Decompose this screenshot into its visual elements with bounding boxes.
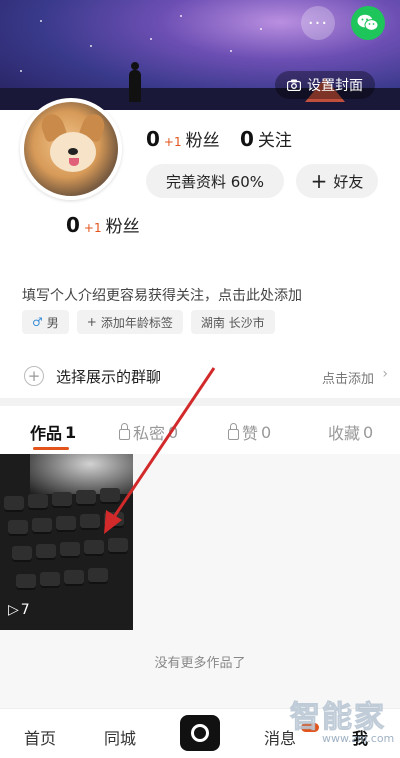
content-tabs: 作品 1 私密 0 赞 0 收藏 0 [0,406,400,454]
add-age-tag-label: 添加年龄标签 [100,315,173,330]
set-cover-label: 设置封面 [307,78,363,94]
profile-tags: ♂ 男 + 添加年龄标签 湖南 长沙市 [22,310,275,334]
following-stat[interactable]: 0 关注 [240,126,292,151]
watermark-title: 智能家 [290,700,386,736]
group-chat-row[interactable]: + 选择展示的群聊 点击添加 › [0,358,400,394]
group-chat-add-label: 点击添加 [321,372,374,387]
more-icon: ··· [307,12,329,34]
tab-works-count: 1 [65,422,77,442]
set-cover-button[interactable]: 设置封面 [275,71,375,99]
location-tag-label: 湖南 长沙市 [200,315,265,330]
complete-profile-label: 完善资料 60% [165,172,265,191]
add-friend-label: 好友 [333,172,364,191]
gender-tag-label: 男 [46,315,59,330]
star [20,70,22,72]
add-circle-icon: + [24,366,44,386]
add-age-tag[interactable]: + 添加年龄标签 [76,310,183,334]
star [260,28,262,30]
wechat-share-button[interactable] [351,6,385,40]
tab-works-label: 作品 [30,424,63,443]
fans-stat-secondary[interactable]: 0 +1 粉丝 [66,212,140,237]
more-button[interactable]: ··· [301,6,335,40]
tab-private-count: 0 [168,422,179,442]
chevron-right-icon: › [382,366,388,382]
tab-favorites-label: 收藏 [328,424,361,443]
section-divider [0,398,400,406]
following-count: 0 [240,127,254,151]
no-more-works-label: 没有更多作品了 [154,656,246,671]
star [90,45,92,47]
fans-delta: +1 [163,135,182,149]
record-button[interactable] [180,715,220,751]
nav-home[interactable]: 首页 [24,725,56,749]
tab-favorites[interactable]: 收藏 0 [328,420,373,444]
works-grid: ▷ 7 没有更多作品了 [0,454,400,708]
camera-icon [287,79,301,91]
lock-icon [228,422,239,440]
active-tab-indicator [33,447,69,450]
add-friend-button[interactable]: + 好友 [296,164,378,198]
male-icon: ♂ [32,315,43,329]
plus-icon: + [86,315,97,329]
play-icon: ▷ [8,602,19,618]
tab-likes-count: 0 [261,422,272,442]
star [40,20,42,22]
bio-prompt[interactable]: 填写个人介绍更容易获得关注，点击此处添加 [22,285,302,305]
gender-tag[interactable]: ♂ 男 [22,310,69,334]
play-count: ▷ 7 [8,602,30,618]
nav-nearby[interactable]: 同城 [104,725,136,749]
tab-likes-label: 赞 [242,424,259,443]
tab-likes[interactable]: 赞 0 [228,420,271,444]
plus-icon: + [310,169,328,193]
star [230,50,232,52]
tab-private[interactable]: 私密 0 [119,420,178,444]
fans2-delta: +1 [83,221,102,235]
tab-works[interactable]: 作品 1 [30,420,76,444]
group-chat-label: 选择展示的群聊 [56,368,162,386]
location-tag[interactable]: 湖南 长沙市 [190,310,275,334]
star [180,15,182,17]
fans2-label: 粉丝 [105,217,140,237]
following-label: 关注 [257,131,292,151]
complete-profile-button[interactable]: 完善资料 60% [146,164,284,198]
fans-stat[interactable]: 0 +1 粉丝 [146,126,220,151]
tab-private-label: 私密 [133,424,166,443]
camera-ring-icon [191,724,209,742]
star [150,38,152,40]
play-count-value: 7 [20,602,30,618]
cover-person-silhouette [128,62,142,102]
fans2-count: 0 [66,213,80,237]
avatar[interactable] [20,98,122,200]
wechat-icon [357,14,379,31]
fans-label: 粉丝 [185,131,220,151]
watermark-url: www.znj.com [322,732,395,745]
lock-icon [119,422,130,440]
tab-favorites-count: 0 [363,422,374,442]
fans-count: 0 [146,127,160,151]
video-thumbnail[interactable]: ▷ 7 [0,454,133,630]
